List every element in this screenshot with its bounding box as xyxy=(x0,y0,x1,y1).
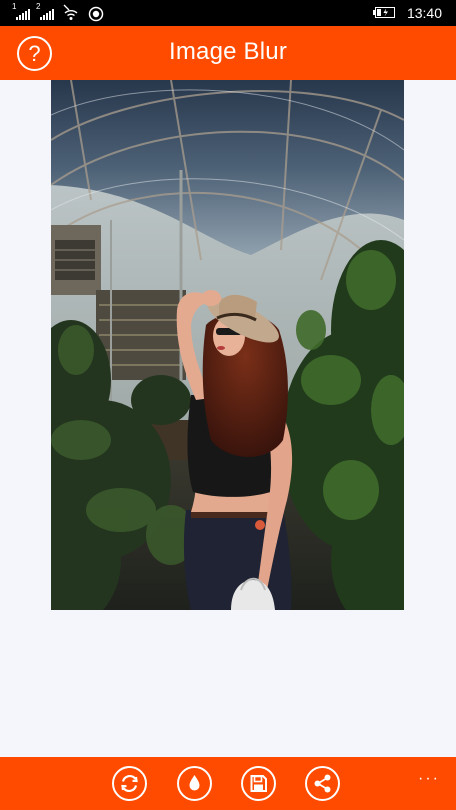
share-icon xyxy=(314,774,331,793)
status-time: 13:40 xyxy=(406,5,442,21)
status-bar: 1 2 13:40 xyxy=(0,0,456,26)
blur-button[interactable] xyxy=(177,766,212,801)
refresh-button[interactable] xyxy=(112,766,147,801)
signal-sim2-icon: 2 xyxy=(36,3,58,22)
save-icon xyxy=(250,775,267,792)
image-preview[interactable] xyxy=(51,80,404,610)
page-title: Image Blur xyxy=(168,38,288,65)
wifi-icon xyxy=(63,4,78,20)
save-button[interactable] xyxy=(241,766,276,801)
woman-in-greenhouse-photo xyxy=(51,80,404,610)
help-button[interactable]: ? xyxy=(17,36,52,71)
app-header: Image Blur ? xyxy=(0,26,456,80)
more-options-button[interactable]: ··· xyxy=(418,771,440,787)
share-button[interactable] xyxy=(305,766,340,801)
blur-drop-icon xyxy=(189,775,200,791)
signal-sim1-icon: 1 xyxy=(12,3,34,22)
bottom-app-bar: ··· xyxy=(0,757,456,810)
nfc-icon xyxy=(88,6,104,22)
help-icon: ? xyxy=(28,41,41,66)
refresh-icon xyxy=(121,775,138,792)
battery-charging-icon xyxy=(373,7,395,18)
